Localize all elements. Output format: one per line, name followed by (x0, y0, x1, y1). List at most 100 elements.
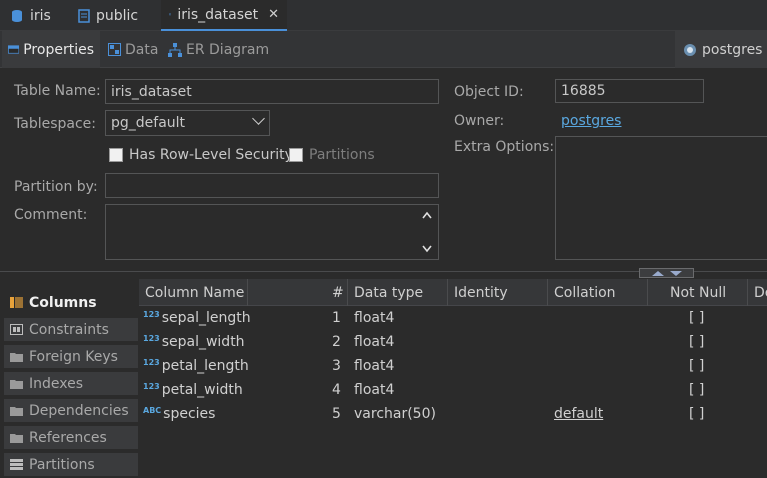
column-name: petal_width (161, 382, 243, 398)
tab-iris-dataset-label: iris_dataset (177, 6, 259, 23)
tablespace-select[interactable]: pg_default (105, 110, 270, 136)
folder-icon (10, 407, 23, 416)
tab-properties-label: Properties (23, 41, 94, 58)
numeric-type-icon: 123 (143, 381, 160, 391)
header-identity[interactable]: Identity (448, 279, 548, 306)
rls-label: Has Row-Level Security (129, 147, 293, 163)
table-name-label: Table Name: (14, 83, 101, 99)
tab-dependencies[interactable]: Dependencies (4, 399, 138, 424)
column-name: species (163, 406, 216, 422)
tab-indexes-label: Indexes (29, 375, 84, 392)
tab-constraints[interactable]: Constraints (4, 318, 138, 343)
partition-by-input[interactable] (105, 173, 439, 198)
table-row[interactable]: 123 petal_length 3 float4 [ ] (139, 354, 767, 378)
collapse-up-icon[interactable] (651, 270, 664, 276)
table-name-value: iris_dataset (111, 83, 192, 100)
header-label: Column Name (145, 284, 245, 301)
partitions-checkbox[interactable]: Partitions (289, 147, 375, 163)
tab-columns[interactable]: Columns (4, 291, 138, 316)
collation-link[interactable]: default (554, 402, 603, 426)
tab-er-diagram[interactable]: ER Diagram (162, 31, 275, 68)
column-name-cell: 123 petal_length (143, 354, 249, 378)
not-null-cell[interactable]: [ ] (689, 306, 704, 330)
column-name: sepal_width (161, 334, 245, 350)
connection-selector[interactable]: postgres (675, 31, 767, 68)
partitions-icon (10, 459, 23, 470)
tab-indexes[interactable]: Indexes (4, 372, 138, 397)
connection-name: postgres (702, 41, 763, 58)
database-icon (12, 9, 22, 22)
splitter-handle[interactable] (639, 268, 694, 278)
header-label: Data type (354, 284, 424, 301)
scroll-up-icon[interactable] (422, 211, 432, 219)
close-icon[interactable]: ✕ (268, 7, 279, 22)
folder-icon (10, 380, 23, 389)
not-null-cell[interactable]: [ ] (689, 402, 704, 426)
tab-columns-label: Columns (29, 294, 97, 311)
not-null-cell[interactable]: [ ] (689, 378, 704, 402)
partitions-label: Partitions (309, 147, 375, 163)
tab-data-label: Data (125, 41, 159, 58)
tablespace-value: pg_default (111, 115, 186, 131)
comment-textarea[interactable] (105, 204, 439, 260)
header-collation[interactable]: Collation (548, 279, 648, 306)
owner-label: Owner: (454, 113, 505, 129)
data-type-cell: float4 (354, 382, 395, 398)
extra-options-label: Extra Options: (454, 139, 555, 155)
header-default[interactable]: De (748, 279, 767, 306)
properties-icon (8, 45, 20, 54)
header-label: # (332, 284, 344, 301)
column-name-cell: 123 sepal_length (143, 306, 251, 330)
header-column-name[interactable]: Column Name (139, 279, 248, 306)
tab-public-label: public (96, 7, 139, 24)
table-header: Column Name # Data type Identity Collati… (139, 279, 767, 306)
text-type-icon: ABC (143, 405, 162, 415)
column-name-cell: 123 petal_width (143, 378, 243, 402)
sub-tab-bar: Properties Data ER Diagram postgres (0, 31, 767, 68)
postgres-icon (684, 43, 696, 56)
expand-down-icon[interactable] (669, 270, 682, 276)
column-name-cell: 123 sepal_width (143, 330, 245, 354)
not-null-cell[interactable]: [ ] (689, 354, 704, 378)
ordinal-cell: 2 (332, 334, 341, 350)
table-icon (169, 13, 172, 16)
object-id-field[interactable]: 16885 (555, 79, 704, 103)
tab-public[interactable]: public (70, 0, 146, 31)
numeric-type-icon: 123 (143, 357, 160, 367)
numeric-type-icon: 123 (143, 333, 160, 343)
header-not-null[interactable]: Not Null (648, 279, 748, 306)
tab-properties[interactable]: Properties (2, 31, 100, 68)
header-label: Collation (554, 284, 616, 301)
tablespace-label: Tablespace: (14, 116, 96, 132)
tab-references-label: References (29, 429, 107, 446)
data-icon (108, 43, 121, 56)
tab-references[interactable]: References (4, 426, 138, 451)
table-row[interactable]: 123 sepal_width 2 float4 [ ] (139, 330, 767, 354)
folder-icon (10, 353, 23, 362)
tab-dependencies-label: Dependencies (29, 402, 129, 419)
not-null-cell[interactable]: [ ] (689, 330, 704, 354)
table-row[interactable]: 123 petal_width 4 float4 [ ] (139, 378, 767, 402)
extra-options-textarea[interactable] (555, 136, 767, 260)
ordinal-cell: 3 (332, 358, 341, 374)
table-row[interactable]: 123 sepal_length 1 float4 [ ] (139, 306, 767, 330)
header-data-type[interactable]: Data type (348, 279, 448, 306)
tab-partitions[interactable]: Partitions (4, 453, 138, 478)
header-num[interactable]: # (326, 279, 348, 306)
scroll-down-icon[interactable] (422, 245, 432, 253)
ordinal-cell: 4 (332, 382, 341, 398)
table-row[interactable]: ABC species 5 varchar(50) default [ ] (139, 402, 767, 426)
column-name: sepal_length (161, 310, 251, 326)
tab-foreign-keys-label: Foreign Keys (29, 348, 118, 365)
header-label: De (754, 284, 767, 301)
tab-foreign-keys[interactable]: Foreign Keys (4, 345, 138, 370)
schema-icon (78, 8, 90, 23)
tab-iris[interactable]: iris (2, 0, 59, 31)
column-name: petal_length (161, 358, 249, 374)
tab-data[interactable]: Data (102, 31, 164, 68)
owner-link[interactable]: postgres (561, 113, 621, 129)
table-name-input[interactable]: iris_dataset (105, 79, 439, 104)
rls-checkbox[interactable]: Has Row-Level Security (109, 147, 293, 163)
tab-iris-dataset[interactable]: iris_dataset ✕ (161, 0, 287, 31)
tab-er-diagram-label: ER Diagram (186, 41, 270, 58)
